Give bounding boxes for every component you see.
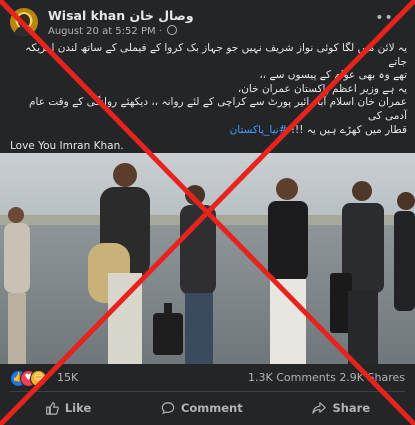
haha-reaction-icon: ☺ xyxy=(30,370,47,387)
more-horizontal-icon[interactable]: ••• xyxy=(375,10,403,26)
post-text: یہ لائن میں لگا کوئی نواز شریف نہیں جو ج… xyxy=(10,42,407,154)
like-label: Like xyxy=(64,401,92,415)
post-text-line: یہ ہے وزیر اعظم پاکستان عمران خان، xyxy=(237,82,407,95)
author-name[interactable]: Wisal khan وصال خان xyxy=(48,8,194,23)
post-text-segment: قطار میں کھڑے ہیں یہ !!! xyxy=(290,123,407,136)
suitcase-figure xyxy=(153,303,183,355)
man-dark-jacket-figure xyxy=(180,185,216,364)
author-avatar[interactable] xyxy=(10,8,38,36)
comments-count[interactable]: 1.3K Comments xyxy=(248,371,336,384)
comment-label: Comment xyxy=(180,401,243,415)
avatar-body xyxy=(14,26,34,36)
comment-button[interactable]: Comment xyxy=(161,401,243,415)
globe-icon xyxy=(167,25,178,35)
comment-bubble-icon xyxy=(161,402,175,415)
share-label: Share xyxy=(332,401,371,415)
post-text-line: یہ لائن میں لگا کوئی نواز شریف نہیں جو ج… xyxy=(25,42,407,68)
bearded-man-figure xyxy=(88,163,150,364)
like-button[interactable]: Like xyxy=(45,401,91,415)
man-grey-suit-figure xyxy=(330,181,384,364)
meta-separator: · xyxy=(158,26,166,37)
action-bar: Like Comment Share xyxy=(10,396,405,420)
man-far-right-figure xyxy=(394,192,415,311)
hashtag-link[interactable]: #نیا_پاکستان xyxy=(230,124,288,136)
divider xyxy=(10,391,405,392)
post-timestamp[interactable]: August 20 at 5:52 PM xyxy=(48,26,156,37)
post-text-line: Love You Imran Khan. xyxy=(10,140,124,153)
post-header: Wisal khan وصال خان August 20 at 5:52 PM… xyxy=(10,6,405,37)
post-text-line: تھے وہ بھی عوام کے پیسوں سے ،، xyxy=(259,69,407,82)
man-waistcoat-figure xyxy=(268,178,308,364)
photo-people-illustration xyxy=(4,163,415,364)
facebook-post-card: Wisal khan وصال خان August 20 at 5:52 PM… xyxy=(0,0,415,425)
engagement-stats: 1.3K Comments 2.9K Shares xyxy=(248,371,405,384)
post-meta: August 20 at 5:52 PM · xyxy=(48,25,178,37)
share-arrow-icon xyxy=(312,402,327,414)
post-text-line: عمران خان اسلام آباد ائیر پورٹ سے کراچی … xyxy=(29,96,407,122)
share-button[interactable]: Share xyxy=(312,401,370,415)
post-photo[interactable] xyxy=(0,153,415,364)
child-figure xyxy=(4,207,30,364)
post-text-line: قطار میں کھڑے ہیں یہ !!! #نیا_پاکستان xyxy=(10,124,407,138)
shares-count[interactable]: 2.9K Shares xyxy=(339,371,405,384)
reaction-count[interactable]: 15K xyxy=(57,371,78,384)
thumbs-up-icon xyxy=(46,402,59,415)
